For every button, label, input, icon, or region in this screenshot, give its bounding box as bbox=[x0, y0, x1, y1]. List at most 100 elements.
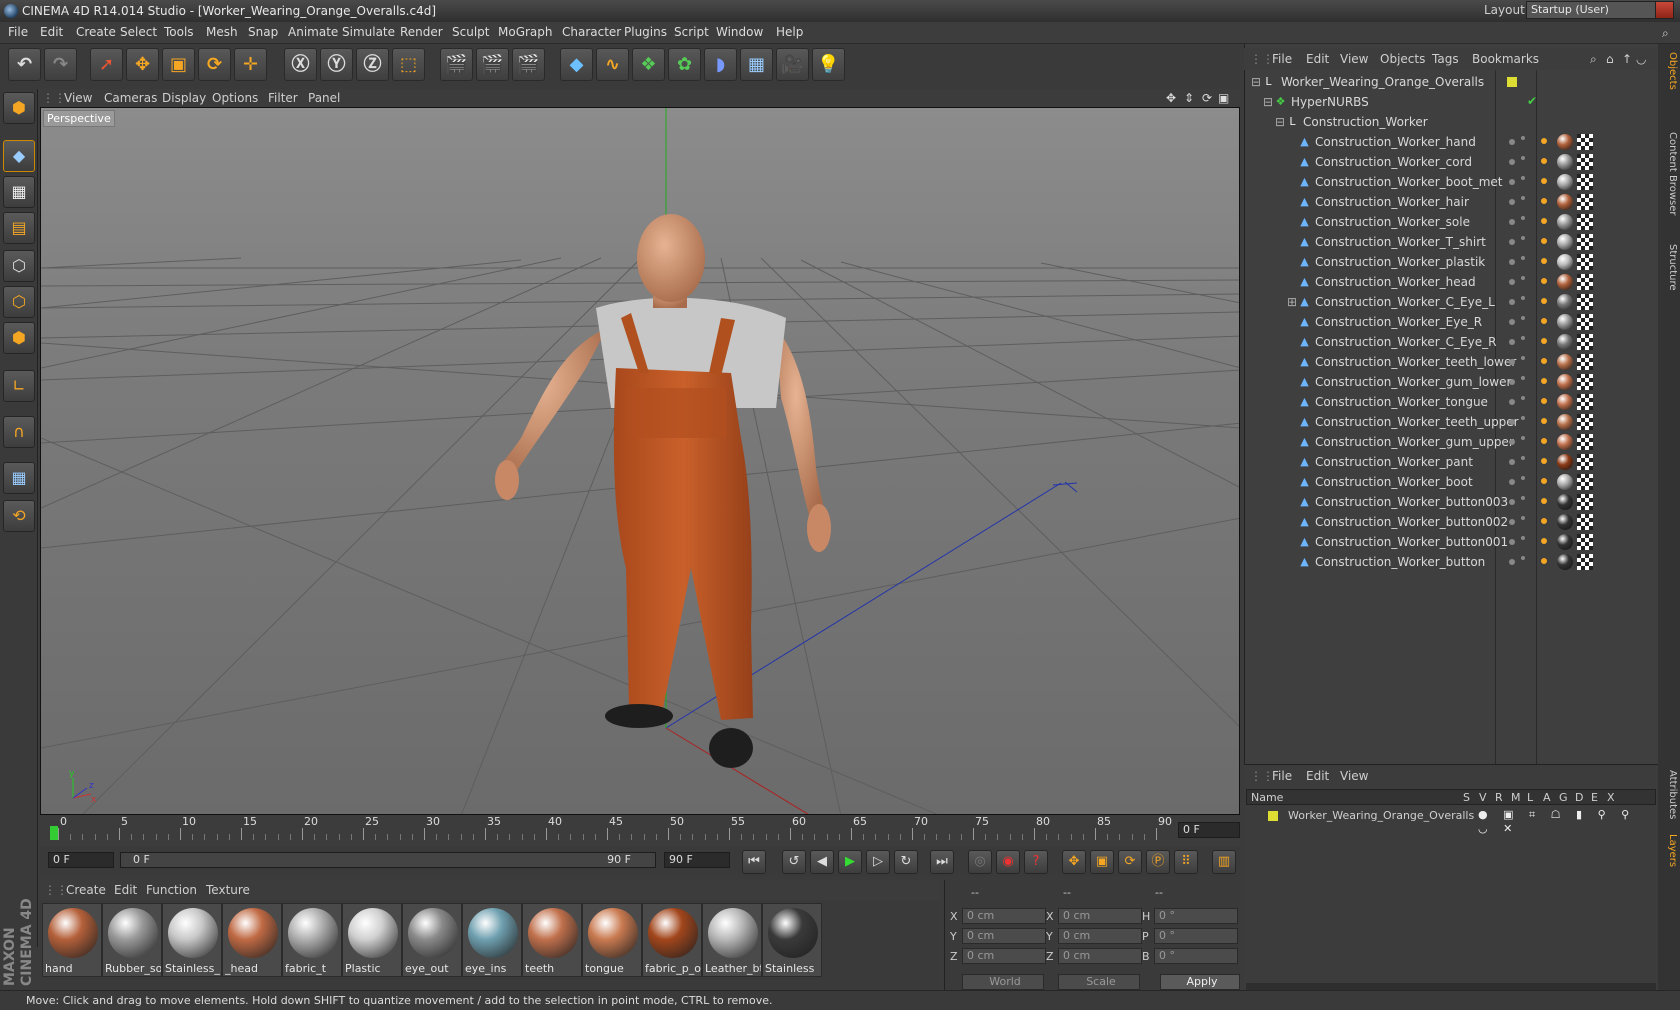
key-parameter-button[interactable]: Ⓟ bbox=[1146, 850, 1170, 874]
editor-visibility-dot[interactable] bbox=[1509, 239, 1515, 245]
menu-mograph[interactable]: MoGraph bbox=[498, 25, 553, 39]
coord-value-field[interactable]: 0 cm bbox=[962, 928, 1046, 944]
add-nurbs-button[interactable]: ❖ bbox=[632, 48, 665, 81]
uvw-tag-icon[interactable] bbox=[1577, 174, 1593, 190]
undo-button[interactable]: ↶ bbox=[8, 48, 41, 81]
layer-column-header[interactable]: E bbox=[1591, 791, 1598, 804]
previous-key-button[interactable]: ↺ bbox=[782, 850, 806, 874]
coord-value-field[interactable]: 0 cm bbox=[1058, 928, 1142, 944]
keyframe-selection-button[interactable]: ? bbox=[1024, 850, 1048, 874]
material-swatch[interactable]: Rubber_so bbox=[102, 903, 162, 977]
object-row[interactable]: ▲ Construction_Worker_head bbox=[1245, 272, 1657, 292]
coord-value-field[interactable]: 0 cm bbox=[1058, 948, 1142, 964]
om-menu-tags[interactable]: Tags bbox=[1432, 52, 1459, 66]
render-visibility-dot[interactable] bbox=[1521, 396, 1525, 400]
menu-script[interactable]: Script bbox=[674, 25, 709, 39]
editor-visibility-dot[interactable] bbox=[1509, 319, 1515, 325]
editor-visibility-dot[interactable] bbox=[1509, 359, 1515, 365]
uvw-tag-icon[interactable] bbox=[1577, 474, 1593, 490]
layer-toggle-icons[interactable]: ● ▣ ⌗ ☖ ▮ ⚲ ⚲ ◡ ✕ bbox=[1478, 808, 1656, 835]
object-row-hypernurbs[interactable]: ⊟ ❖ HyperNURBS ✔ bbox=[1245, 92, 1657, 112]
uvw-tag-icon[interactable] bbox=[1577, 314, 1593, 330]
uvw-tag-icon[interactable] bbox=[1577, 434, 1593, 450]
om-eye-icon[interactable]: ◡ bbox=[1636, 52, 1646, 66]
play-button[interactable]: ▶ bbox=[838, 850, 862, 874]
move-tool-button[interactable]: ✥ bbox=[126, 48, 159, 81]
editor-visibility-dot[interactable] bbox=[1509, 279, 1515, 285]
coord-value-field[interactable]: 0 cm bbox=[962, 948, 1046, 964]
texture-mode-button[interactable]: ▦ bbox=[3, 176, 35, 208]
side-tab-objects[interactable]: Objects bbox=[1660, 52, 1678, 90]
add-deformer-button[interactable]: ◗ bbox=[704, 48, 737, 81]
material-menu-function[interactable]: Function bbox=[146, 883, 197, 897]
live-selection-button[interactable]: ➚ bbox=[90, 48, 123, 81]
uvw-tag-icon[interactable] bbox=[1577, 294, 1593, 310]
om-up-arrow-icon[interactable]: ↑ bbox=[1622, 52, 1632, 66]
render-visibility-dot[interactable] bbox=[1521, 136, 1525, 140]
viewport-rotate-icon[interactable]: ⟳ bbox=[1202, 91, 1212, 105]
object-row[interactable]: ▲ Construction_Worker_cord bbox=[1245, 152, 1657, 172]
uvw-tag-icon[interactable] bbox=[1577, 254, 1593, 270]
coord-value-field[interactable]: 0 ° bbox=[1154, 908, 1238, 924]
phong-tag-icon[interactable] bbox=[1541, 198, 1547, 204]
menu-edit[interactable]: Edit bbox=[40, 25, 63, 39]
previous-frame-button[interactable]: ◀ bbox=[810, 850, 834, 874]
phong-tag-icon[interactable] bbox=[1541, 538, 1547, 544]
planar-workplane-button[interactable]: ⟲ bbox=[3, 500, 35, 532]
render-visibility-dot[interactable] bbox=[1521, 316, 1525, 320]
render-picture-viewer-button[interactable]: 🎬 bbox=[476, 48, 509, 81]
material-tag-icon[interactable] bbox=[1557, 534, 1573, 550]
object-row[interactable]: ▲ Construction_Worker_gum_lower bbox=[1245, 372, 1657, 392]
render-view-button[interactable]: 🎬 bbox=[440, 48, 473, 81]
key-rotation-button[interactable]: ⟳ bbox=[1118, 850, 1142, 874]
phong-tag-icon[interactable] bbox=[1541, 458, 1547, 464]
uvw-tag-icon[interactable] bbox=[1577, 214, 1593, 230]
phong-tag-icon[interactable] bbox=[1541, 438, 1547, 444]
uvw-tag-icon[interactable] bbox=[1577, 194, 1593, 210]
material-tag-icon[interactable] bbox=[1557, 494, 1573, 510]
make-editable-button[interactable]: ⬢ bbox=[3, 92, 35, 124]
uvw-tag-icon[interactable] bbox=[1577, 354, 1593, 370]
render-visibility-dot[interactable] bbox=[1521, 156, 1525, 160]
add-spline-button[interactable]: ∿ bbox=[596, 48, 629, 81]
material-tag-icon[interactable] bbox=[1557, 274, 1573, 290]
layer-column-header[interactable]: L bbox=[1527, 791, 1533, 804]
menu-snap[interactable]: Snap bbox=[248, 25, 278, 39]
render-visibility-dot[interactable] bbox=[1521, 476, 1525, 480]
material-swatch[interactable]: Leather_bt bbox=[702, 903, 762, 977]
material-tag-icon[interactable] bbox=[1557, 474, 1573, 490]
size-mode-dropdown[interactable]: Scale bbox=[1058, 974, 1140, 990]
layer-column-header[interactable]: G bbox=[1559, 791, 1568, 804]
editor-visibility-dot[interactable] bbox=[1509, 259, 1515, 265]
uvw-tag-icon[interactable] bbox=[1577, 554, 1593, 570]
menu-help[interactable]: Help bbox=[776, 25, 803, 39]
editor-visibility-dot[interactable] bbox=[1509, 219, 1515, 225]
phong-tag-icon[interactable] bbox=[1541, 138, 1547, 144]
render-visibility-dot[interactable] bbox=[1521, 196, 1525, 200]
collapse-icon[interactable]: ⊟ bbox=[1251, 75, 1261, 89]
layer-column-header[interactable]: A bbox=[1543, 791, 1551, 804]
phong-tag-icon[interactable] bbox=[1541, 558, 1547, 564]
render-visibility-dot[interactable] bbox=[1521, 496, 1525, 500]
phong-tag-icon[interactable] bbox=[1541, 478, 1547, 484]
editor-visibility-dot[interactable] bbox=[1509, 139, 1515, 145]
menu-character[interactable]: Character bbox=[562, 25, 621, 39]
material-swatch[interactable]: hand bbox=[42, 903, 102, 977]
uvw-tag-icon[interactable] bbox=[1577, 534, 1593, 550]
material-swatch[interactable]: Plastic bbox=[342, 903, 402, 977]
editor-visibility-dot[interactable] bbox=[1509, 499, 1515, 505]
render-visibility-dot[interactable] bbox=[1521, 176, 1525, 180]
render-visibility-dot[interactable] bbox=[1521, 276, 1525, 280]
uvw-tag-icon[interactable] bbox=[1577, 494, 1593, 510]
menu-file[interactable]: File bbox=[8, 25, 28, 39]
editor-visibility-dot[interactable] bbox=[1509, 199, 1515, 205]
side-tab-layers[interactable]: Layers bbox=[1660, 834, 1678, 867]
editor-visibility-dot[interactable] bbox=[1509, 459, 1515, 465]
phong-tag-icon[interactable] bbox=[1541, 338, 1547, 344]
render-visibility-dot[interactable] bbox=[1521, 216, 1525, 220]
phong-tag-icon[interactable] bbox=[1541, 518, 1547, 524]
material-tag-icon[interactable] bbox=[1557, 374, 1573, 390]
uvw-tag-icon[interactable] bbox=[1577, 454, 1593, 470]
coordinate-mode-dropdown[interactable]: World bbox=[962, 974, 1044, 990]
key-scale-button[interactable]: ▣ bbox=[1090, 850, 1114, 874]
